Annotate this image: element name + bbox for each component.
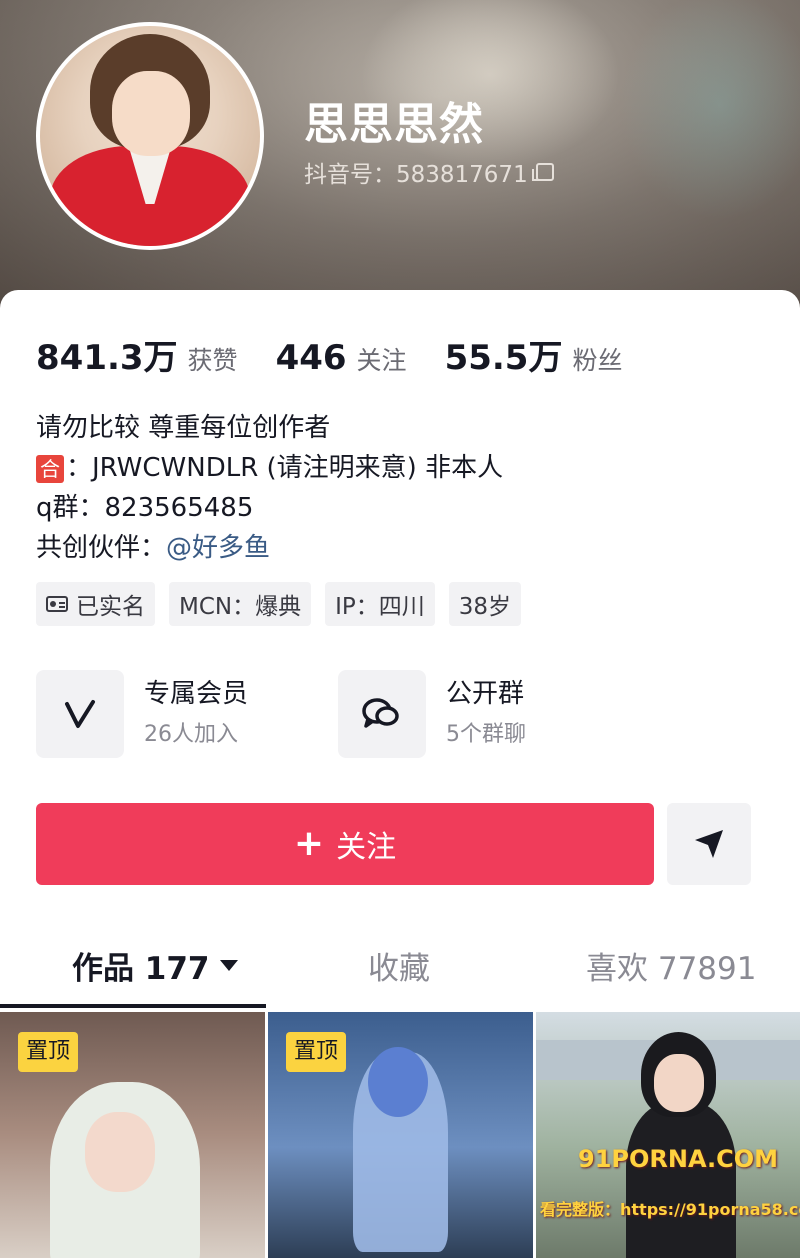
profile-name: 思思思然	[304, 99, 484, 150]
stat-following-number: 446	[275, 338, 347, 378]
pinned-badge: 置顶	[286, 1032, 347, 1072]
thumb2-head	[368, 1047, 428, 1117]
tag-ip-label: IP：四川	[335, 594, 425, 620]
tab-likes[interactable]: 喜欢 77891	[586, 930, 756, 1000]
tag-verified-label: 已实名	[76, 594, 145, 620]
cooperation-badge-icon: 合	[36, 454, 64, 483]
member-v-icon	[36, 670, 124, 758]
bio-line-4: 共创伙伴：@好多鱼	[36, 528, 503, 568]
caret-down-icon	[219, 959, 238, 971]
tab-likes-label: 喜欢 77891	[586, 950, 757, 987]
thumb3-figure	[626, 1102, 736, 1258]
public-group-entry[interactable]: 公开群 5个群聊	[338, 670, 526, 758]
copy-icon[interactable]	[531, 163, 554, 181]
profile-tags: 已实名 MCN：爆典 IP：四川 38岁	[36, 582, 522, 626]
share-button[interactable]	[667, 803, 751, 885]
video-thumbnail-3[interactable]	[536, 1012, 800, 1258]
group-subtitle: 5个群聊	[446, 722, 526, 747]
tab-works[interactable]: 作品 177	[72, 930, 238, 1000]
id-card-icon	[46, 596, 68, 612]
content-tabs: 作品 177 收藏 喜欢 77891	[0, 930, 800, 1008]
avatar-face-shape	[112, 71, 190, 156]
group-title: 公开群	[446, 679, 525, 709]
partner-mention-link[interactable]: @好多鱼	[166, 533, 270, 563]
tab-favorites[interactable]: 收藏	[368, 930, 430, 1000]
bio-line-2-text: ：JRWCWNDLR (请注明来意) 非本人	[66, 453, 504, 483]
active-tab-indicator	[0, 1004, 266, 1008]
tag-mcn-label: MCN：爆典	[179, 594, 302, 620]
douyin-id-text: 抖音号：583817671	[304, 162, 528, 188]
tag-mcn[interactable]: MCN：爆典	[169, 582, 312, 626]
tag-ip[interactable]: IP：四川	[325, 582, 435, 626]
stat-followers-number: 55.5万	[444, 338, 563, 378]
member-title: 专属会员	[144, 679, 249, 709]
tab-works-label: 作品 177	[72, 950, 210, 987]
works-grid: 置顶 置顶	[0, 1012, 800, 1258]
watermark-brand: 91PORNA.COM	[578, 1145, 778, 1173]
member-text: 专属会员 26人加入	[144, 676, 248, 752]
follow-button[interactable]: + 关注	[36, 803, 654, 885]
group-text: 公开群 5个群聊	[446, 676, 526, 752]
stat-followers-label: 粉丝	[572, 346, 623, 375]
stat-following[interactable]: 446 关注	[276, 338, 407, 378]
tag-verified[interactable]: 已实名	[36, 582, 155, 626]
stat-likes[interactable]: 841.3万 获赞	[36, 330, 238, 379]
stat-likes-label: 获赞	[187, 346, 238, 375]
follow-button-label: 关注	[336, 830, 397, 865]
group-chat-icon	[338, 670, 426, 758]
thumb3-face	[654, 1054, 704, 1112]
send-icon	[695, 830, 723, 858]
tag-age[interactable]: 38岁	[448, 582, 522, 626]
member-subtitle: 26人加入	[144, 722, 238, 747]
watermark-url: 看完整版：https://91porna58.com	[540, 1200, 800, 1219]
avatar[interactable]	[36, 22, 264, 250]
douyin-id[interactable]: 抖音号：583817671	[304, 155, 554, 189]
stats-row: 841.3万 获赞 446 关注 55.5万 粉丝	[36, 330, 660, 379]
bio-line-4-prefix: 共创伙伴：	[36, 533, 167, 563]
tag-age-label: 38岁	[458, 594, 512, 620]
bio: 请勿比较 尊重每位创作者 合：JRWCWNDLR (请注明来意) 非本人 q群：…	[36, 408, 503, 568]
bio-line-3: q群：823565485	[36, 493, 254, 523]
tab-favorites-label: 收藏	[368, 950, 430, 987]
stat-followers[interactable]: 55.5万 粉丝	[445, 330, 623, 379]
video-thumbnail-2[interactable]: 置顶	[268, 1012, 533, 1258]
video-thumbnail-1[interactable]: 置顶	[0, 1012, 265, 1258]
stat-following-label: 关注	[356, 346, 407, 375]
bio-line-1: 请勿比较 尊重每位创作者	[36, 413, 331, 443]
avatar-image	[40, 26, 260, 246]
stat-likes-number: 841.3万	[36, 338, 178, 378]
plus-icon: +	[293, 823, 325, 864]
thumb1-face	[85, 1112, 155, 1192]
exclusive-member-entry[interactable]: 专属会员 26人加入	[36, 670, 248, 758]
pinned-badge: 置顶	[18, 1032, 79, 1072]
bio-line-2: 合：JRWCWNDLR (请注明来意) 非本人	[36, 448, 503, 488]
